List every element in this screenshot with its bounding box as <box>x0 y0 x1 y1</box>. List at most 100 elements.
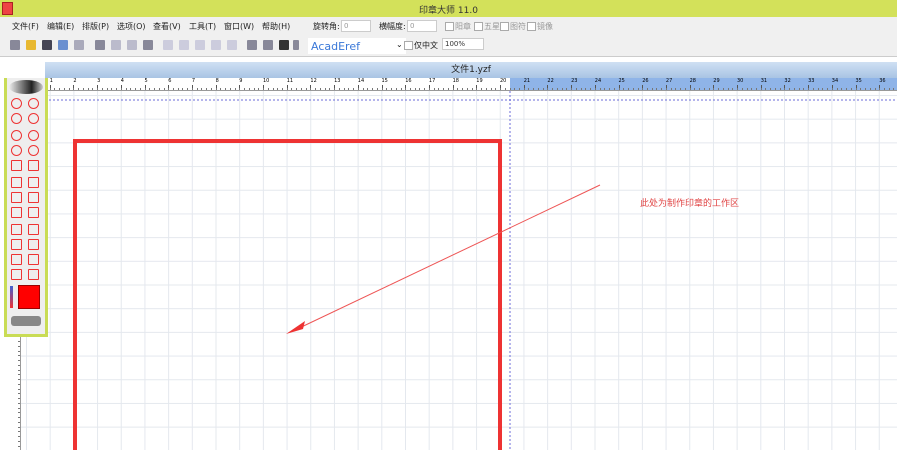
menu-help[interactable]: 帮助(H) <box>262 21 290 32</box>
document-title: 文件1.yzf <box>45 62 897 78</box>
word-icon[interactable] <box>279 40 289 50</box>
align-icon[interactable] <box>195 40 205 50</box>
color-picker[interactable] <box>18 285 40 309</box>
stamp-shape-icon[interactable] <box>28 207 39 218</box>
menu-view[interactable]: 查看(V) <box>153 21 181 32</box>
delete-icon[interactable] <box>143 40 153 50</box>
ruler-label: 6 <box>168 78 172 84</box>
ruler-label: 35 <box>855 78 862 84</box>
stamp-shape-icon[interactable] <box>28 113 39 124</box>
ruler-label: 32 <box>784 78 791 84</box>
ruler-label: 4 <box>120 78 124 84</box>
menu-options[interactable]: 选项(O) <box>117 21 146 32</box>
paste-icon[interactable] <box>127 40 137 50</box>
export-icon[interactable] <box>263 40 273 50</box>
align-icon[interactable] <box>211 40 221 50</box>
ruler-label: 16 <box>405 78 412 84</box>
save-icon[interactable] <box>42 40 52 50</box>
rotate-input[interactable]: 0 <box>341 20 371 32</box>
stamp-shape-icon[interactable] <box>11 207 22 218</box>
annotation-arrow <box>292 184 601 332</box>
stamp-shape-icon[interactable] <box>28 269 39 280</box>
setting-icon[interactable] <box>293 40 299 50</box>
ruler-label: 8 <box>215 78 219 84</box>
stamp-shape-icon[interactable] <box>28 130 39 141</box>
ruler-label: 24 <box>594 78 602 84</box>
align-icon[interactable] <box>163 40 173 50</box>
ruler-label: 11 <box>286 78 294 84</box>
stamp-shape-icon[interactable] <box>28 145 39 156</box>
stamp-shape-icon[interactable] <box>11 239 22 250</box>
zoom-select[interactable]: 100% <box>442 38 484 50</box>
stamp-shape-icon[interactable] <box>28 254 39 265</box>
stamp-shape-icon[interactable] <box>11 177 22 188</box>
stamp-shape-icon[interactable] <box>28 98 39 109</box>
menu-window[interactable]: 窗口(W) <box>224 21 254 32</box>
annotation-text: 此处为制作印章的工作区 <box>640 199 740 209</box>
stamp-shape-icon[interactable] <box>11 130 22 141</box>
scale-input[interactable]: 0 <box>407 20 437 32</box>
menu-bar: 文件(F) 编辑(E) 排版(P) 选项(O) 查看(V) 工具(T) 窗口(W… <box>0 17 897 37</box>
stamp-shape-icon[interactable] <box>11 224 22 235</box>
cut-icon[interactable] <box>95 40 105 50</box>
stamp-shape-icon[interactable] <box>11 145 22 156</box>
ruler-label: 13 <box>334 78 341 84</box>
ruler-label: 34 <box>831 78 839 84</box>
menu-edit[interactable]: 编辑(E) <box>47 21 74 32</box>
stamp-toolbox <box>4 78 48 337</box>
only-chinese-checkbox[interactable]: 仅中文 <box>404 40 438 51</box>
save-as-icon[interactable] <box>58 40 68 50</box>
eye-icon[interactable] <box>9 80 43 94</box>
menu-layout[interactable]: 排版(P) <box>82 21 109 32</box>
stamp-shape-icon[interactable] <box>11 269 22 280</box>
ruler-label: 3 <box>97 78 101 84</box>
stamp-shape-icon[interactable] <box>11 192 22 203</box>
stamp-shape-icon[interactable] <box>11 98 22 109</box>
new-icon[interactable] <box>10 40 20 50</box>
stamp-shape-icon[interactable] <box>11 254 22 265</box>
font-select[interactable]: AcadEref <box>308 38 406 54</box>
print-icon[interactable] <box>74 40 84 50</box>
ruler-label: 20 <box>500 78 507 84</box>
ruler-label: 33 <box>808 78 815 84</box>
ruler-label: 19 <box>476 78 483 84</box>
open-icon[interactable] <box>26 40 36 50</box>
stamp-shape-icon[interactable] <box>11 113 22 124</box>
check-star[interactable]: 五星 <box>474 21 500 32</box>
scale-label: 横幅度: <box>379 22 406 31</box>
ruler-label: 7 <box>191 78 196 84</box>
arrow-head-icon <box>286 321 305 334</box>
stamp-shape-icon[interactable] <box>28 160 39 171</box>
chevron-down-icon[interactable]: ⌄ <box>396 40 403 49</box>
stamp-shape-icon[interactable] <box>28 177 39 188</box>
check-symbol[interactable]: 图符 <box>500 21 526 32</box>
check-mirror[interactable]: 镜像 <box>527 21 553 32</box>
menu-file[interactable]: 文件(F) <box>12 21 39 32</box>
check-yang[interactable]: 阳章 <box>445 21 471 32</box>
align-icon[interactable] <box>179 40 189 50</box>
stamp-shape-icon[interactable] <box>11 160 22 171</box>
ruler-label: 15 <box>381 78 388 84</box>
gradient-icon[interactable] <box>10 286 13 308</box>
stamp-shape-icon[interactable] <box>28 224 39 235</box>
align-icon[interactable] <box>227 40 237 50</box>
ruler-label: 1 <box>49 78 53 84</box>
ruler-label: 25 <box>618 78 625 84</box>
copy-icon[interactable] <box>111 40 121 50</box>
window-title: 印章大师 11.0 <box>419 6 478 16</box>
horizontal-ruler: 1 2 3 4 5 6 7 8 9 10 11 12 13 14 15 16 17 18 19 20 21 22 23 24 2… <box>45 78 897 91</box>
stamp-shape-icon[interactable] <box>28 192 39 203</box>
ruler-label: 31 <box>760 78 768 84</box>
image-icon[interactable] <box>247 40 257 50</box>
menu-tools[interactable]: 工具(T) <box>189 21 216 32</box>
ruler-label: 23 <box>571 78 578 84</box>
ruler-label: 30 <box>737 78 744 84</box>
canvas[interactable] <box>21 91 897 450</box>
ruler-label: 17 <box>428 78 436 84</box>
ruler-label: 5 <box>144 78 148 84</box>
tool-switch-icon[interactable] <box>11 316 41 326</box>
ruler-label: 26 <box>642 78 649 84</box>
ruler-label: 14 <box>357 78 365 84</box>
stamp-shape-icon[interactable] <box>28 239 39 250</box>
ruler-label: 12 <box>310 78 317 84</box>
